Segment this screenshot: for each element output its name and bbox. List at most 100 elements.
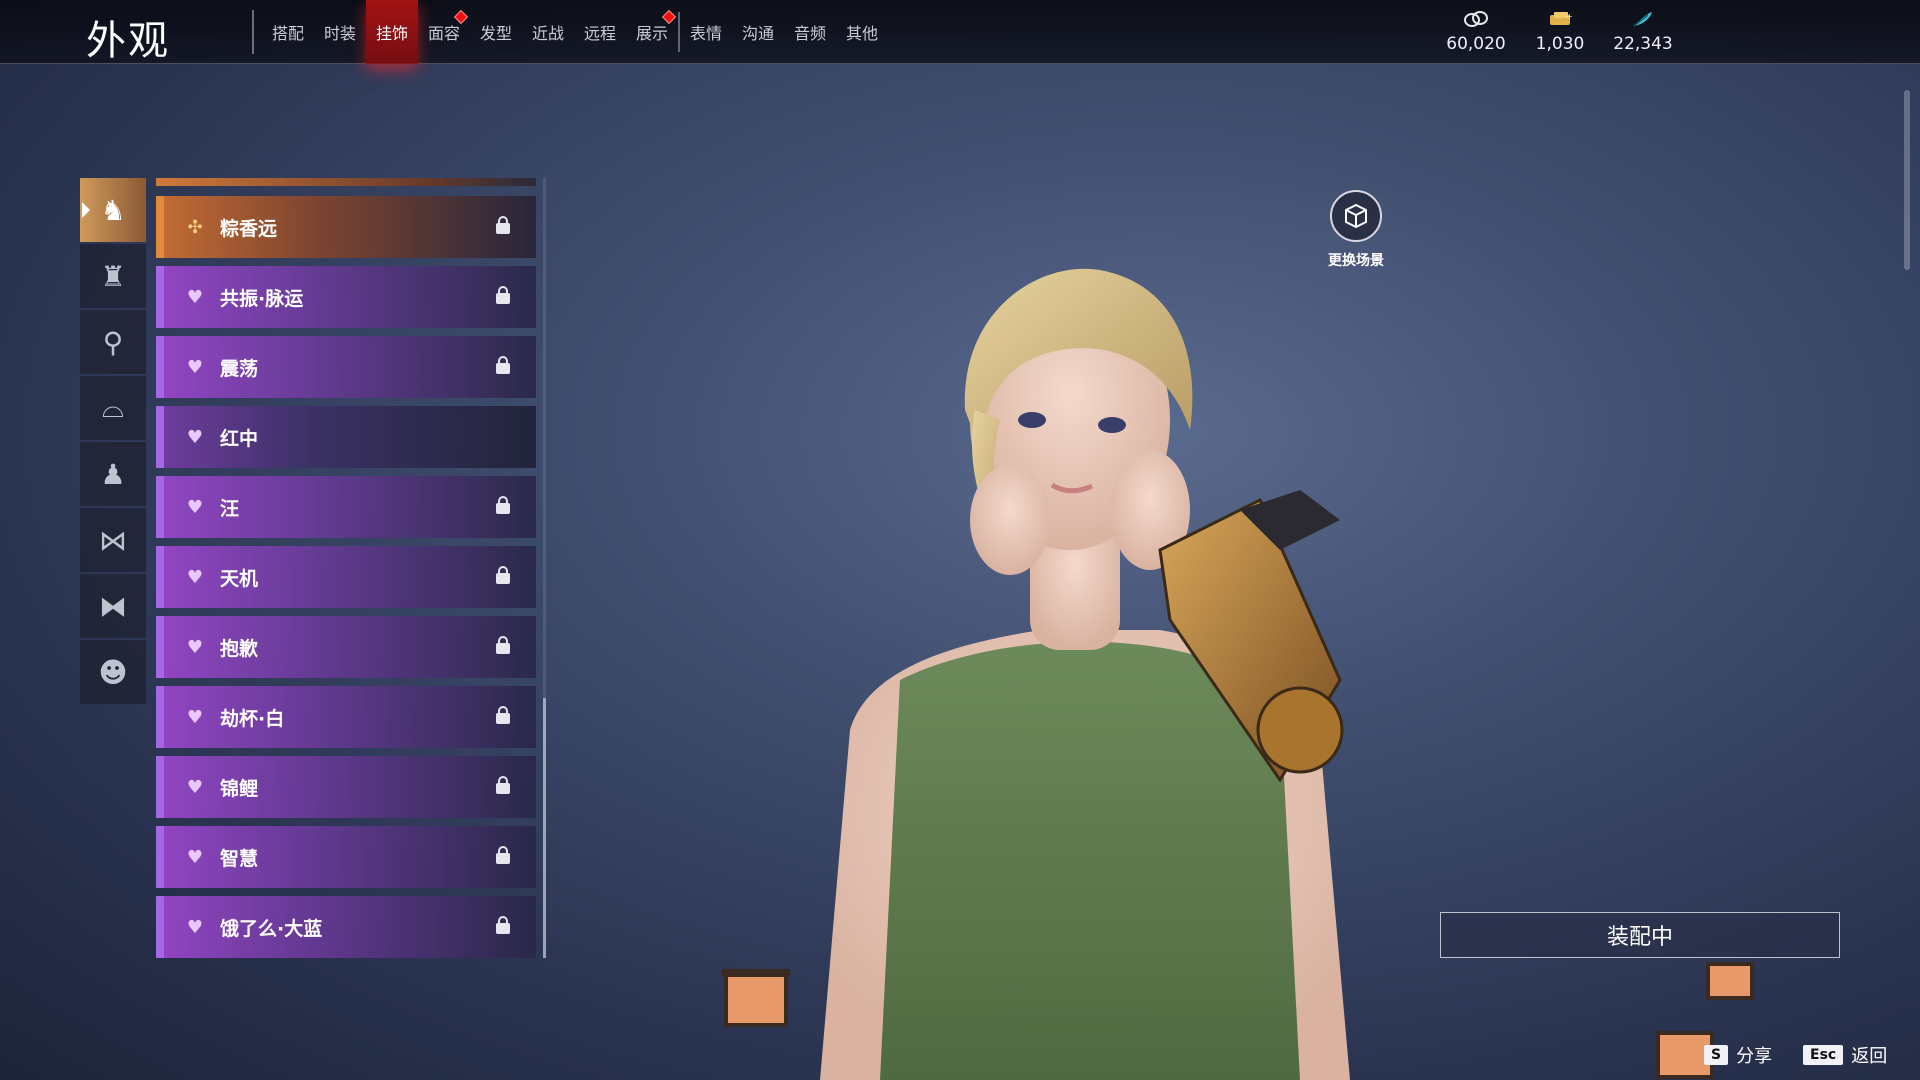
rail-item-1[interactable]: ♜ [80,244,146,308]
lock-icon [496,496,510,514]
list-item[interactable]: ♥ 汪 [156,476,536,538]
tab-9[interactable]: 沟通 [732,0,784,64]
change-scene-button[interactable]: 更换场景 [1320,190,1392,270]
tab-label: 远程 [583,24,616,43]
top-bar: 外观 搭配 时装 挂饰 面容 发型 近战 远程 展示 表情 沟通 音频 其他 60,020 + 1,0… [0,0,1920,64]
page-title: 外观 [86,18,170,64]
item-name: 汪 [220,497,240,520]
list-item[interactable]: ♥ 智慧 [156,826,536,888]
side-ornament [1904,90,1910,270]
list-item[interactable]: ♥ 锦鲤 [156,756,536,818]
demon-face-icon: ☻ [98,655,128,689]
tab-label: 时装 [323,24,356,43]
list-item[interactable]: ♥ 劫杯·白 [156,686,536,748]
lock-icon [496,916,510,934]
rail-item-6[interactable]: ⧓ [80,574,146,638]
lantern-decoration [1706,962,1754,1000]
accessory-list: ✣ 粽香远 ♥ 共振·脉运 ♥ 震荡 ♥ 红中 ♥ 汪 ♥ 天机 ♥ 抱歉 ♥ 劫杯·白 ♥ 锦鲤 ♥ 智慧 ♥ 饿了么·… [156,178,536,958]
helmet-icon: ♞ [100,193,126,227]
currency-feathers: 22,343 [1598,10,1688,54]
rail-item-0[interactable]: ♞ [80,178,146,242]
lock-icon [496,706,510,724]
tab-label: 挂饰 [375,24,408,43]
currency-coins: 60,020 [1431,10,1521,54]
change-scene-label: 更换场景 [1328,253,1384,269]
currency-value: 60,020 [1446,34,1506,54]
heart-emblem-icon: ♥ [186,776,204,798]
lock-icon [496,286,510,304]
heart-emblem-icon: ♥ [186,286,204,308]
tab-7[interactable]: 展示 [626,0,678,64]
cape-icon: ♟ [100,457,126,491]
keycap: S [1704,1045,1729,1065]
lock-icon [496,636,510,654]
tab-6[interactable]: 远程 [574,0,626,64]
item-name: 智慧 [220,847,259,870]
gold-ticket-icon: + [1547,10,1573,28]
share-label: 分享 [1736,1046,1773,1067]
rail-item-5[interactable]: ⋈ [80,508,146,572]
tab-label: 近战 [531,24,564,43]
tab-label: 展示 [635,24,668,43]
heart-emblem-icon: ♥ [186,426,204,448]
list-item[interactable]: ✣ 粽香远 [156,196,536,258]
character-model [820,268,1350,1080]
item-name: 震荡 [220,357,259,380]
rail-item-7[interactable]: ☻ [80,640,146,704]
tab-4[interactable]: 发型 [470,0,522,64]
tab-label: 表情 [689,24,722,43]
coin-stack-icon [1463,10,1489,28]
bow-icon: ⋈ [99,523,127,557]
heart-emblem-icon: ♥ [186,846,204,868]
equip-button[interactable]: 装配中 [1440,912,1840,958]
rail-item-3[interactable]: ⌓ [80,376,146,440]
item-name: 天机 [220,567,259,590]
list-item-partial [156,178,536,186]
svg-text:+: + [1566,12,1573,21]
list-item[interactable]: ♥ 共振·脉运 [156,266,536,328]
list-item[interactable]: ♥ 抱歉 [156,616,536,678]
lock-icon [496,356,510,374]
waist-icon: ⧓ [99,589,127,623]
list-item[interactable]: ♥ 天机 [156,546,536,608]
scrollbar-thumb[interactable] [543,698,546,958]
tab-label: 搭配 [271,24,304,43]
lock-icon [496,566,510,584]
list-item[interactable]: ♥ 饿了么·大蓝 [156,896,536,958]
back-hint[interactable]: Esc 返回 [1803,1042,1887,1068]
tab-3[interactable]: 面容 [418,0,470,64]
tab-0[interactable]: 搭配 [262,0,314,64]
tab-2[interactable]: 挂饰 [366,0,418,64]
tab-1[interactable]: 时装 [314,0,366,64]
rail-item-4[interactable]: ♟ [80,442,146,506]
list-item[interactable]: ♥ 震荡 [156,336,536,398]
tab-11[interactable]: 其他 [836,0,888,64]
tab-10[interactable]: 音频 [784,0,836,64]
lock-icon [496,846,510,864]
tab-label: 面容 [427,24,460,43]
item-name: 红中 [220,427,259,450]
item-name: 劫杯·白 [220,707,285,730]
heart-emblem-icon: ♥ [186,356,204,378]
rail-item-2[interactable]: ⚲ [80,310,146,374]
list-scrollbar[interactable] [543,178,546,958]
category-tabs: 搭配 时装 挂饰 面容 发型 近战 远程 展示 表情 沟通 音频 其他 [262,0,888,64]
item-name: 共振·脉运 [220,287,304,310]
hat-icon: ♜ [100,259,126,293]
share-hint[interactable]: S 分享 [1704,1042,1772,1068]
heart-emblem-icon: ♥ [186,566,204,588]
lock-icon [496,216,510,234]
item-name: 抱歉 [220,637,259,660]
tab-8[interactable]: 表情 [680,0,732,64]
divider [252,10,254,54]
mask-icon: ⌓ [101,391,125,424]
heart-emblem-icon: ♥ [186,916,204,938]
heart-emblem-icon: ♥ [186,706,204,728]
lantern-decoration [722,969,790,1027]
currency-value: 22,343 [1613,34,1673,54]
tab-5[interactable]: 近战 [522,0,574,64]
list-item[interactable]: ♥ 红中 [156,406,536,468]
item-name: 粽香远 [220,217,278,240]
back-label: 返回 [1851,1046,1888,1067]
gold-emblem-icon: ✣ [187,216,203,238]
